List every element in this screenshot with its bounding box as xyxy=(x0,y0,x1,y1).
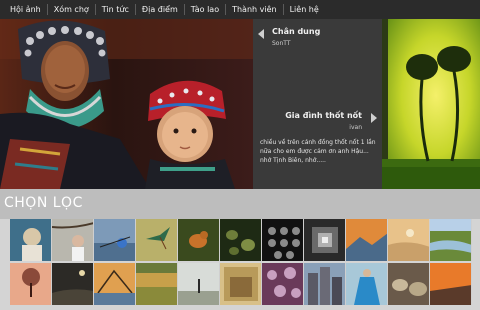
dark-sky-photo xyxy=(52,263,93,305)
thumbnail[interactable] xyxy=(94,219,136,261)
next-arrow-icon[interactable] xyxy=(371,113,377,123)
thumbnail[interactable] xyxy=(388,263,430,305)
featured-photo-palm-trees[interactable] xyxy=(382,19,480,189)
tunnel-photo xyxy=(304,219,345,261)
flowers-photo xyxy=(262,263,303,305)
thumbnail[interactable] xyxy=(346,263,388,305)
thumbnail[interactable] xyxy=(304,219,346,261)
buildings-photo xyxy=(304,263,345,305)
thumbnail[interactable] xyxy=(304,263,346,305)
field-photo xyxy=(136,263,177,305)
lone-tree-photo xyxy=(178,263,219,305)
previous-arrow-icon[interactable] xyxy=(258,29,264,39)
section-title: CHỌN LỌC xyxy=(4,195,83,211)
nav-item-dia-diem[interactable]: Địa điểm xyxy=(136,0,184,19)
page: Hội ảnh Xóm chợ Tin tức Địa điểm Tào lao… xyxy=(0,0,480,310)
thumbnail[interactable] xyxy=(178,219,220,261)
featured-photo-portrait[interactable] xyxy=(0,19,253,189)
thumbnail[interactable] xyxy=(430,219,472,261)
featured-title-bottom[interactable]: Gia đình thốt nốt xyxy=(285,111,362,120)
thumbnail[interactable] xyxy=(220,219,262,261)
nav-item-hoi-anh[interactable]: Hội ảnh xyxy=(4,0,47,19)
thumbnail[interactable] xyxy=(262,263,304,305)
thumbnail[interactable] xyxy=(262,219,304,261)
featured-title-top[interactable]: Chân dung xyxy=(272,27,320,36)
thumbnail[interactable] xyxy=(136,219,178,261)
nav-item-lien-he[interactable]: Liên hệ xyxy=(284,0,325,19)
thumbnail[interactable] xyxy=(94,263,136,305)
fishing-photo xyxy=(94,219,135,261)
featured-author-top[interactable]: SonTT xyxy=(272,40,291,47)
nav-item-thanh-vien[interactable]: Thành viên xyxy=(226,0,283,19)
thumbnail[interactable] xyxy=(10,263,52,305)
thumbnail[interactable] xyxy=(388,219,430,261)
river-photo xyxy=(430,219,471,261)
thumbnail[interactable] xyxy=(10,219,52,261)
thumbnail[interactable] xyxy=(52,219,94,261)
baskets-photo xyxy=(388,263,429,305)
featured-author-bottom[interactable]: ivan xyxy=(349,124,362,131)
nav-item-tin-tuc[interactable]: Tin tức xyxy=(96,0,135,19)
thumbnail[interactable] xyxy=(178,263,220,305)
shells-photo xyxy=(220,219,261,261)
hummingbird-photo xyxy=(136,219,177,261)
desert-photo xyxy=(388,219,429,261)
top-nav: Hội ảnh Xóm chợ Tin tức Địa điểm Tào lao… xyxy=(0,0,480,19)
bird-photo xyxy=(178,219,219,261)
thumbnail-grid xyxy=(10,219,480,310)
portrait-photo xyxy=(10,219,51,261)
featured-info-panel: Chân dung SonTT Gia đình thốt nốt ivan c… xyxy=(253,19,382,189)
fishing-net-photo xyxy=(94,263,135,305)
wall-photo xyxy=(220,263,261,305)
nav-item-xom-cho[interactable]: Xóm chợ xyxy=(48,0,95,19)
palm-tree-image xyxy=(382,19,480,189)
blue-dress-photo xyxy=(346,263,387,305)
nav-item-tao-lao[interactable]: Tào lao xyxy=(185,0,225,19)
thumbnail[interactable] xyxy=(346,219,388,261)
woman-branch-photo xyxy=(52,219,93,261)
thumbnail[interactable] xyxy=(220,263,262,305)
portrait-image xyxy=(0,19,253,189)
thumbnail[interactable] xyxy=(430,263,472,305)
orange-sky-photo xyxy=(430,263,471,305)
tree-photo xyxy=(10,263,51,305)
mountain-sunset-photo xyxy=(346,219,387,261)
thumbnail[interactable] xyxy=(136,263,178,305)
spheres-photo xyxy=(262,219,303,261)
thumbnail[interactable] xyxy=(52,263,94,305)
featured-description: chiều về trên cánh đồng thốt nốt 1 lần n… xyxy=(260,139,376,164)
